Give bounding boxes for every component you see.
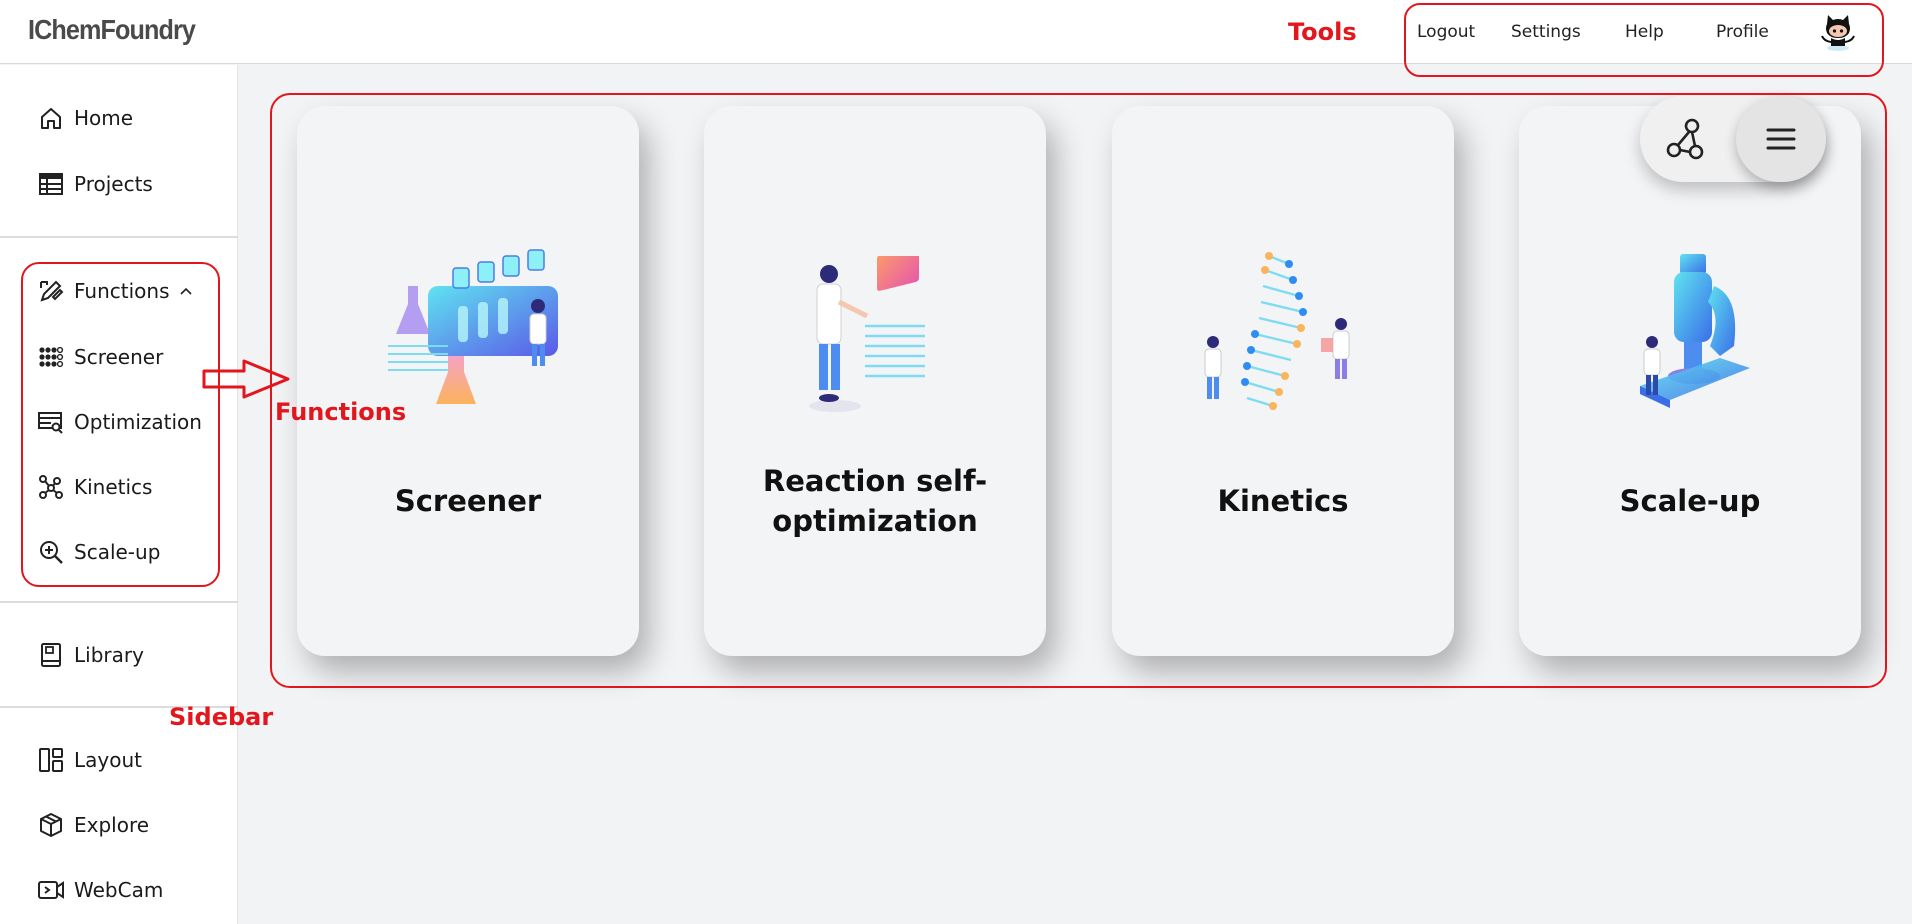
sidebar-item-kinetics[interactable]: Kinetics (36, 469, 152, 505)
pencil-ruler-icon (36, 276, 66, 306)
cube-icon (36, 810, 66, 840)
molecule-icon (36, 472, 66, 502)
card-title: Screener (394, 484, 542, 518)
sidebar-item-optimization[interactable]: Optimization (36, 404, 202, 440)
dna-helix-illustration (1204, 252, 1350, 410)
sidebar-item-label: Explore (74, 813, 150, 837)
card-title-line-2: optimization (772, 504, 978, 538)
github-octocat-icon[interactable] (1818, 12, 1858, 54)
sidebar-item-webcam[interactable]: WebCam (36, 872, 163, 908)
layout-icon (36, 745, 66, 775)
sidebar-item-scaleup[interactable]: Scale-up (36, 534, 160, 570)
well-plate-icon (36, 342, 66, 372)
sidebar-item-projects[interactable]: Projects (36, 166, 153, 202)
sidebar-item-screener[interactable]: Screener (36, 339, 163, 375)
function-card-screener[interactable]: Screener (297, 106, 639, 656)
optimization-illustration (809, 256, 925, 412)
help-link[interactable]: Help (1625, 22, 1664, 42)
video-camera-icon (36, 875, 66, 905)
functions-annotation-label: Functions (275, 398, 407, 426)
app-logo[interactable]: IChemFoundry (28, 14, 196, 46)
sidebar-item-label: Optimization (74, 410, 202, 434)
sidebar-item-label: Home (74, 106, 134, 130)
sidebar-item-label: Layout (74, 748, 142, 772)
server-search-icon (36, 407, 66, 437)
molecule-graph-button[interactable] (1640, 96, 1730, 182)
settings-link[interactable]: Settings (1511, 22, 1581, 42)
function-card-reaction-self-optimization[interactable]: Reaction self- optimization (704, 106, 1046, 656)
microscope-illustration (1640, 254, 1750, 408)
tools-annotation-label: Tools (1288, 18, 1357, 46)
sidebar-item-label: WebCam (74, 878, 164, 902)
zoom-in-icon (36, 537, 66, 567)
app-root: IChemFoundry Logout Settings Help Profil… (0, 0, 1912, 924)
sidebar-item-home[interactable]: Home (36, 100, 133, 136)
arrow-right-icon (202, 359, 290, 399)
sidebar-item-library[interactable]: Library (36, 637, 144, 673)
home-icon (36, 103, 66, 133)
sidebar-item-label: Functions (74, 279, 170, 303)
card-title: Kinetics (1217, 484, 1349, 518)
sidebar-item-layout[interactable]: Layout (36, 742, 142, 778)
card-title-line-1: Reaction self- (762, 464, 988, 498)
divider (0, 601, 238, 603)
sidebar-item-label: Scale-up (74, 540, 161, 564)
sidebar-item-label: Projects (74, 172, 153, 196)
function-card-scale-up[interactable]: Scale-up (1519, 106, 1861, 656)
book-icon (36, 640, 66, 670)
top-bar: IChemFoundry Logout Settings Help Profil… (0, 0, 1912, 64)
logout-link[interactable]: Logout (1417, 22, 1475, 42)
chevron-up-icon (179, 287, 192, 295)
menu-button[interactable] (1736, 96, 1826, 182)
sidebar-item-explore[interactable]: Explore (36, 807, 149, 843)
table-icon (36, 169, 66, 199)
sidebar-annotation-label: Sidebar (169, 703, 274, 731)
molecule-graph-icon (1666, 118, 1704, 160)
divider (0, 236, 238, 238)
card-title: Scale-up (1619, 484, 1761, 518)
floating-toolbar (1640, 96, 1826, 182)
profile-link[interactable]: Profile (1716, 22, 1769, 42)
hamburger-menu-icon (1766, 128, 1796, 150)
sidebar-item-label: Kinetics (74, 475, 153, 499)
sidebar-item-label: Screener (74, 345, 164, 369)
sidebar: Home Projects Functions Screener Optimiz… (0, 65, 238, 924)
sidebar-item-functions[interactable]: Functions (36, 273, 194, 309)
function-card-kinetics[interactable]: Kinetics (1112, 106, 1454, 656)
sidebar-item-label: Library (74, 643, 144, 667)
